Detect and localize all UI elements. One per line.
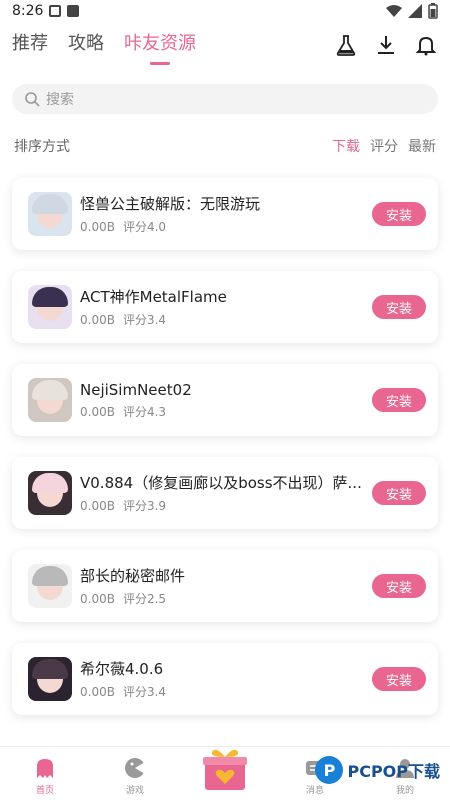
resource-card[interactable]: ACT神作MetalFlame 0.00B 评分3.4 安装: [12, 271, 438, 343]
tab-recommend[interactable]: 推荐: [12, 29, 48, 61]
resource-rating: 评分2.5: [122, 592, 167, 606]
flask-icon[interactable]: [334, 33, 358, 57]
install-button[interactable]: 安装: [372, 388, 426, 412]
game-thumbnail: [28, 285, 72, 329]
tab-resources[interactable]: 咔友资源: [124, 29, 196, 61]
resource-title: V0.884（修复画廊以及boss不出现）萨...: [80, 474, 362, 492]
search-icon: [25, 92, 40, 107]
resource-size: 0.00B: [80, 313, 115, 327]
wifi-icon: [386, 5, 402, 17]
bell-icon[interactable]: [414, 33, 438, 57]
thumbnail-art: [32, 473, 68, 493]
gamepad-icon: [125, 758, 145, 778]
sort-label: 排序方式: [14, 139, 70, 155]
notification-icon: [67, 5, 80, 17]
resource-card[interactable]: 希尔薇4.0.6 0.00B 评分3.4 安装: [12, 643, 438, 715]
resource-size: 0.00B: [80, 592, 115, 606]
resource-info: ACT神作MetalFlame 0.00B 评分3.4: [80, 286, 364, 328]
resource-rating: 评分3.9: [122, 499, 167, 513]
resource-card[interactable]: 怪兽公主破解版：无限游玩 0.00B 评分4.0 安装: [12, 178, 438, 250]
resource-info: V0.884（修复画廊以及boss不出现）萨... 0.00B 评分3.9: [80, 472, 364, 514]
signal-icon: [408, 4, 422, 18]
resource-info: 希尔薇4.0.6 0.00B 评分3.4: [80, 658, 364, 700]
resource-meta: 0.00B 评分3.4: [80, 683, 364, 700]
bottom-tab-home[interactable]: 首页: [15, 756, 75, 796]
watermark-text: PCPOP下载: [347, 762, 440, 781]
resource-size: 0.00B: [80, 404, 115, 419]
thumbnail-art: [32, 380, 68, 400]
install-button[interactable]: 安装: [372, 574, 426, 598]
status-time: 8:26: [12, 3, 44, 19]
bottom-tab-label: 游戏: [125, 786, 144, 796]
resource-size: 0.00B: [80, 499, 115, 513]
resource-info: 怪兽公主破解版：无限游玩 0.00B 评分4.0: [80, 193, 364, 235]
install-button[interactable]: 安装: [372, 481, 426, 505]
search-placeholder: 搜索: [46, 92, 74, 108]
resource-meta: 0.00B 评分3.4: [80, 311, 364, 328]
bottom-tab-label: 首页: [35, 786, 54, 796]
resource-title: 部长的秘密邮件: [80, 567, 186, 585]
resource-title: NejiSimNeet02: [80, 380, 192, 399]
resource-rating: 评分3.4: [122, 685, 167, 699]
resource-title: 怪兽公主破解版：无限游玩: [80, 195, 261, 213]
resource-card[interactable]: NejiSimNeet02 0.00B 评分4.3 安装: [12, 364, 438, 436]
resource-card[interactable]: 部长的秘密邮件 0.00B 评分2.5 安装: [12, 550, 438, 622]
sort-by-newest[interactable]: 最新: [408, 136, 436, 156]
status-bar: 8:26: [0, 0, 450, 22]
resource-info: 部长的秘密邮件 0.00B 评分2.5: [80, 565, 364, 607]
top-nav: 推荐 攻略 咔友资源: [0, 22, 450, 68]
sort-by-downloads[interactable]: 下载: [332, 136, 360, 156]
resource-info: NejiSimNeet02 0.00B 评分4.3: [80, 381, 364, 420]
thumbnail-art: [32, 566, 68, 586]
bottom-tab-label: 我的: [395, 786, 414, 796]
resource-list: 怪兽公主破解版：无限游玩 0.00B 评分4.0 安装 ACT神作MetalFlame 0…: [0, 156, 450, 715]
watermark: P PCPOP下载: [315, 756, 440, 784]
battery-icon: [428, 3, 438, 19]
watermark-logo: P: [315, 756, 344, 784]
resource-meta: 0.00B 评分4.3: [80, 403, 364, 420]
download-icon[interactable]: [374, 33, 398, 57]
search-input[interactable]: 搜索: [12, 84, 438, 114]
resource-size: 0.00B: [80, 685, 115, 699]
install-button[interactable]: 安装: [372, 295, 426, 319]
resource-size: 0.00B: [80, 220, 115, 234]
resource-rating: 评分4.3: [122, 404, 167, 419]
resource-title: ACT神作MetalFlame: [80, 288, 227, 306]
tab-guides[interactable]: 攻略: [68, 29, 104, 61]
game-thumbnail: [28, 657, 72, 701]
game-thumbnail: [28, 471, 72, 515]
resource-rating: 评分4.0: [122, 220, 167, 234]
install-button[interactable]: 安装: [372, 202, 426, 226]
game-thumbnail: [28, 378, 72, 422]
resource-meta: 0.00B 评分4.0: [80, 218, 364, 235]
ghost-icon: [37, 759, 53, 778]
thumbnail-art: [32, 194, 68, 214]
resource-title: 希尔薇4.0.6: [80, 660, 164, 678]
gift-icon[interactable]: [202, 746, 248, 792]
sort-row: 排序方式 下载 评分 最新: [0, 136, 450, 156]
resource-meta: 0.00B 评分2.5: [80, 590, 364, 607]
notification-icon: [49, 5, 62, 17]
game-thumbnail: [28, 192, 72, 236]
sort-by-rating[interactable]: 评分: [370, 136, 398, 156]
game-thumbnail: [28, 564, 72, 608]
install-button[interactable]: 安装: [372, 667, 426, 691]
thumbnail-art: [32, 659, 68, 679]
resource-meta: 0.00B 评分3.9: [80, 497, 364, 514]
resource-card[interactable]: V0.884（修复画廊以及boss不出现）萨... 0.00B 评分3.9 安装: [12, 457, 438, 529]
thumbnail-art: [32, 287, 68, 307]
bottom-tab-games[interactable]: 游戏: [105, 756, 165, 796]
bottom-tab-label: 消息: [305, 786, 324, 796]
resource-rating: 评分3.4: [122, 313, 167, 327]
